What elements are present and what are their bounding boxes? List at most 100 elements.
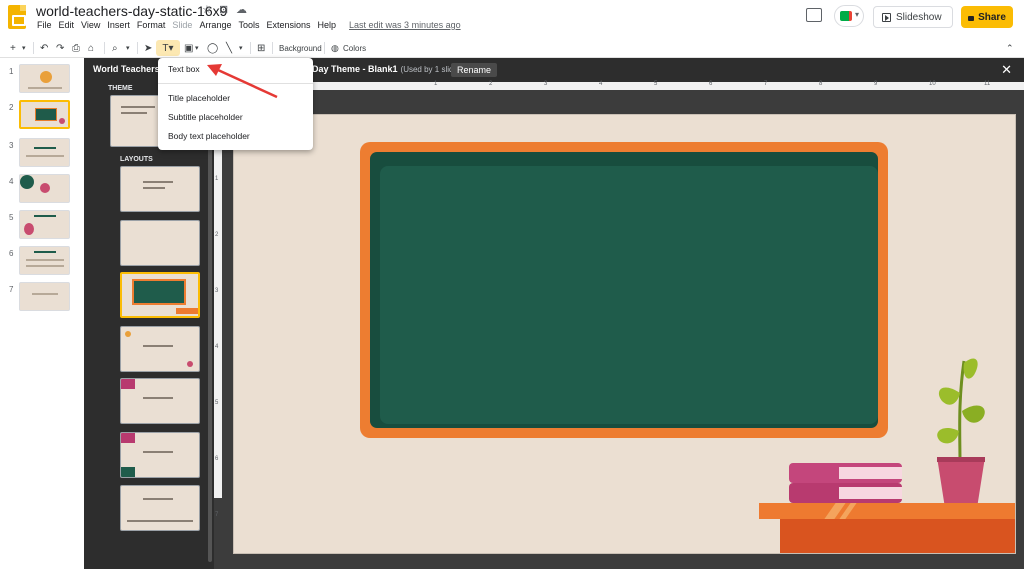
layout-thumbnail-selected[interactable] — [120, 272, 200, 318]
layout-thumbnail[interactable] — [120, 220, 200, 266]
new-slide-icon[interactable]: + — [10, 40, 16, 56]
star-icon[interactable]: ☆ — [202, 3, 212, 16]
move-folder-icon[interactable]: ⊡ — [219, 3, 228, 16]
ruler-tick-label: 1 — [215, 176, 219, 182]
comment-add-icon[interactable]: ⊞ — [257, 40, 265, 56]
close-icon[interactable]: ✕ — [1001, 62, 1012, 78]
shelf-top[interactable] — [759, 503, 1015, 519]
filmstrip-slide[interactable]: 3 — [0, 138, 84, 170]
text-box-tool-icon[interactable]: T▾ — [156, 40, 180, 56]
menu-insert[interactable]: Insert — [107, 20, 130, 30]
toolbar-divider — [272, 42, 273, 54]
last-edit-link[interactable]: Last edit was 3 minutes ago — [349, 20, 461, 30]
line-icon[interactable]: ╲ — [226, 40, 232, 56]
meet-button[interactable]: ▾ — [834, 5, 864, 27]
ruler-tick-label: 4 — [215, 344, 219, 350]
meet-icon — [840, 11, 852, 21]
collapse-toolbar-icon[interactable]: ⌃ — [1006, 40, 1014, 56]
slide-thumbnail[interactable] — [19, 174, 70, 203]
chevron-down-icon[interactable]: ▾ — [239, 40, 243, 56]
layout-thumbnail[interactable] — [120, 166, 200, 212]
undo-icon[interactable]: ↶ — [40, 40, 48, 56]
book-bottom[interactable] — [789, 483, 902, 503]
layouts-section-label: LAYOUTS — [120, 156, 153, 163]
zoom-icon[interactable]: ⌕ — [112, 40, 118, 56]
menu-help[interactable]: Help — [318, 20, 337, 30]
menu-extensions[interactable]: Extensions — [266, 20, 310, 30]
chevron-down-icon: ▾ — [855, 10, 860, 19]
menu-edit[interactable]: Edit — [59, 20, 75, 30]
share-button[interactable]: Share — [961, 6, 1013, 28]
chalkboard — [370, 152, 878, 428]
menu-item-subtitle-placeholder[interactable]: Subtitle placeholder — [168, 112, 243, 122]
filmstrip-slide[interactable]: 7 — [0, 282, 84, 314]
filmstrip-slide[interactable]: 6 — [0, 246, 84, 278]
thumb-line — [143, 498, 173, 500]
layout-thumbnail[interactable] — [120, 432, 200, 478]
book-top[interactable] — [789, 463, 902, 483]
slideshow-button[interactable]: Slideshow — [873, 6, 953, 28]
slide-thumbnail[interactable] — [19, 64, 70, 93]
thumb-line — [143, 187, 165, 189]
menu-item-text-box[interactable]: Text box — [168, 64, 200, 74]
menu-bar: File Edit View Insert Format Slide Arran… — [37, 20, 468, 30]
layout-thumbnail[interactable] — [120, 378, 200, 424]
slide-number: 4 — [9, 177, 14, 186]
plant-pot[interactable] — [937, 457, 985, 503]
filmstrip-slide[interactable]: 2 — [0, 100, 84, 132]
menu-tools[interactable]: Tools — [238, 20, 259, 30]
slide-thumbnail[interactable] — [19, 138, 70, 167]
thumb-line — [26, 265, 64, 267]
palette-icon[interactable]: ◍ — [331, 40, 339, 56]
colors-button[interactable]: Colors — [343, 40, 366, 56]
background-button[interactable]: Background — [279, 40, 322, 56]
thumb-chalkboard — [132, 279, 186, 305]
ruler-tick-label: 3 — [215, 288, 219, 294]
slideshow-label: Slideshow — [896, 11, 942, 23]
insert-image-icon[interactable]: ▣ — [184, 40, 193, 56]
chevron-down-icon[interactable]: ▾ — [195, 40, 199, 56]
slides-logo-icon[interactable] — [8, 5, 26, 29]
layouts-scrollbar[interactable] — [208, 122, 212, 562]
slide-thumbnail[interactable] — [19, 210, 70, 239]
menu-item-body-text-placeholder[interactable]: Body text placeholder — [168, 131, 250, 141]
ruler-tick-label: 3 — [544, 81, 548, 87]
slide-number: 6 — [9, 249, 14, 258]
paint-format-icon[interactable]: ⌂ — [88, 40, 94, 56]
ruler-tick-label: 6 — [215, 456, 219, 462]
redo-icon[interactable]: ↷ — [56, 40, 64, 56]
slide-thumbnail[interactable] — [19, 282, 70, 311]
layout-thumbnail[interactable] — [120, 485, 200, 531]
menu-file[interactable]: File — [37, 20, 52, 30]
slide-thumbnail[interactable] — [19, 246, 70, 275]
chevron-down-icon[interactable]: ▾ — [126, 40, 130, 56]
menu-arrange[interactable]: Arrange — [199, 20, 231, 30]
shape-icon[interactable]: ◯ — [207, 40, 218, 56]
filmstrip-slide[interactable]: 1 — [0, 64, 84, 96]
ruler-tick-label: 5 — [215, 400, 219, 406]
filmstrip-slide[interactable]: 5 — [0, 210, 84, 242]
document-title[interactable]: world-teachers-day-static-16x9 — [36, 3, 227, 19]
cloud-status-icon[interactable]: ☁ — [236, 3, 247, 16]
slide-canvas[interactable] — [233, 114, 1016, 554]
book-pages — [839, 487, 902, 499]
thumb-line — [121, 112, 147, 114]
chalkboard-frame[interactable] — [360, 142, 888, 438]
menu-view[interactable]: View — [81, 20, 100, 30]
print-icon[interactable]: ⎙ — [72, 40, 80, 56]
slide-number: 2 — [9, 103, 14, 112]
slide-thumbnail-active[interactable] — [19, 100, 70, 129]
ruler-tick-label: 5 — [654, 81, 658, 87]
menu-format[interactable]: Format — [137, 20, 166, 30]
menu-item-title-placeholder[interactable]: Title placeholder — [168, 93, 230, 103]
rename-button[interactable]: Rename — [451, 63, 498, 77]
thumb-shape — [125, 331, 131, 337]
select-cursor-icon[interactable]: ➤ — [144, 40, 152, 56]
chevron-down-icon[interactable]: ▾ — [22, 40, 26, 56]
layout-thumbnail[interactable] — [120, 326, 200, 372]
plant-leaves[interactable] — [924, 353, 994, 463]
filmstrip-slide[interactable]: 4 — [0, 174, 84, 206]
comments-icon[interactable] — [806, 8, 822, 22]
thumb-line — [143, 345, 173, 347]
thumb-line — [121, 106, 155, 108]
